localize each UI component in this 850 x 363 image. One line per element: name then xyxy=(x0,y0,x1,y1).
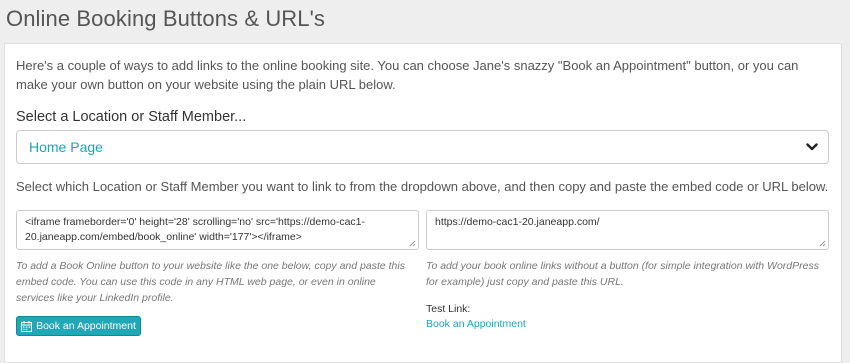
url-textarea[interactable]: https://demo-cac1-20.janeapp.com/ xyxy=(426,210,829,250)
resize-handle-icon[interactable] xyxy=(819,240,826,247)
instructions-text: Select which Location or Staff Member yo… xyxy=(16,179,829,194)
book-appointment-button-label: Book an Appointment xyxy=(36,320,136,332)
intro-text: Here's a couple of ways to add links to … xyxy=(16,58,799,92)
embed-help-text: To add a Book Online button to your webs… xyxy=(16,260,405,304)
page-title: Online Booking Buttons & URL's xyxy=(6,6,326,31)
embed-code-value: <iframe frameborder='0' height='28' scro… xyxy=(25,216,365,243)
test-link[interactable]: Book an Appointment xyxy=(426,318,526,330)
select-label: Select a Location or Staff Member... xyxy=(16,109,247,125)
resize-handle-icon[interactable] xyxy=(409,240,416,247)
calendar-icon xyxy=(21,320,33,332)
embed-code-textarea[interactable]: <iframe frameborder='0' height='28' scro… xyxy=(16,210,419,250)
url-value: https://demo-cac1-20.janeapp.com/ xyxy=(435,216,600,228)
booking-card: Here's a couple of ways to add links to … xyxy=(4,43,842,363)
test-link-label: Test Link: xyxy=(426,303,471,315)
url-help-text: To add your book online links without a … xyxy=(426,260,819,288)
book-appointment-button[interactable]: Book an Appointment xyxy=(16,316,141,336)
chevron-down-icon xyxy=(806,143,818,151)
dropdown-selected-value: Home Page xyxy=(29,139,103,155)
location-staff-dropdown[interactable]: Home Page xyxy=(16,130,829,164)
